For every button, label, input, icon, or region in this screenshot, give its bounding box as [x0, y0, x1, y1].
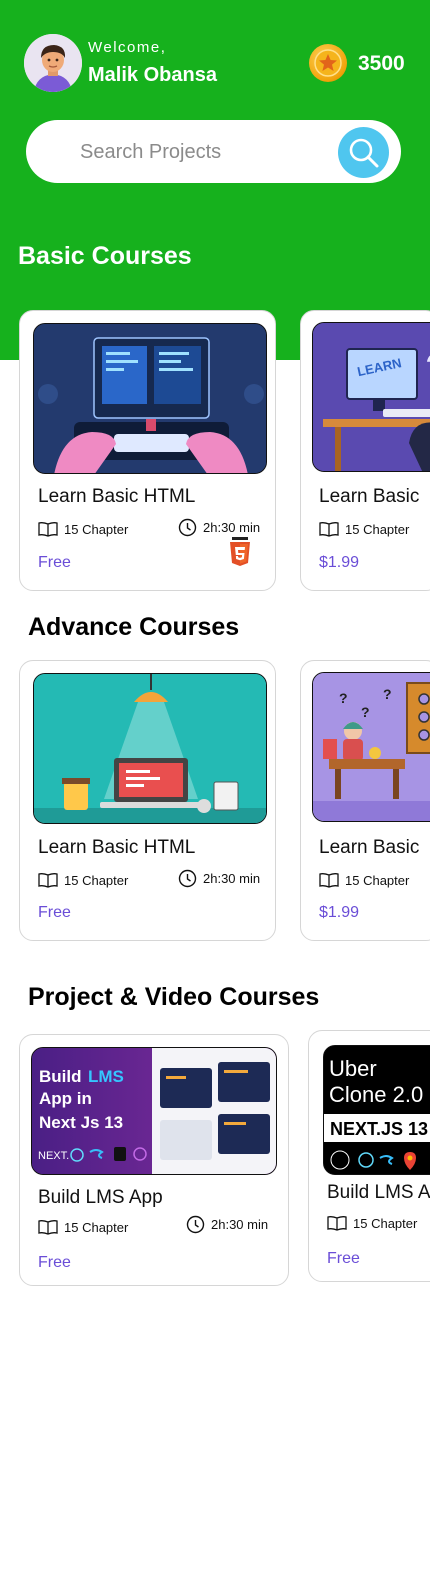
course-image: ? LEARN [312, 322, 430, 472]
banner-line2: App in [39, 1089, 92, 1108]
chapter-count: 15 Chapter [327, 1215, 417, 1231]
duration-label: 2h:30 min [203, 871, 261, 886]
book-icon [327, 1216, 347, 1231]
chapter-count: 15 Chapter [38, 1219, 128, 1235]
course-image [33, 673, 267, 824]
course-duration: 2h:30 min [178, 869, 260, 888]
svg-text:?: ? [361, 704, 370, 720]
course-card[interactable]: Learn Basic HTML 15 Chapter 2h:30 min Fr… [19, 310, 276, 591]
course-title: Build LMS A [327, 1182, 430, 1203]
chapter-count: 15 Chapter [38, 521, 128, 537]
html5-icon [229, 537, 251, 567]
duration-label: 2h:30 min [211, 1217, 269, 1232]
svg-text:?: ? [383, 686, 392, 702]
search-icon [349, 138, 379, 168]
chapter-label: 15 Chapter [64, 521, 129, 537]
course-price: Free [327, 1250, 360, 1267]
banner-line3: Next Js 13 [39, 1113, 123, 1132]
book-icon [38, 873, 58, 888]
clock-icon [178, 518, 197, 537]
coin-count: 3500 [358, 52, 405, 75]
course-image: ? ? ? [312, 672, 430, 822]
banner-line1: Uber [329, 1056, 377, 1081]
course-duration: 2h:30 min [186, 1215, 268, 1234]
clock-icon [178, 869, 197, 888]
section-title-project: Project & Video Courses [28, 983, 320, 1011]
course-card[interactable]: ? LEARN Learn Basic 15 Chapter $1.99 [300, 310, 430, 591]
course-title: Build LMS App [38, 1187, 163, 1208]
chapter-label: 15 Chapter [345, 521, 410, 537]
book-icon [38, 1220, 58, 1235]
banner-line2: Clone 2.0 [329, 1082, 423, 1107]
banner-line3: NEXT.JS 13 [330, 1119, 428, 1139]
chapter-count: 15 Chapter [319, 521, 409, 537]
course-price: Free [38, 1254, 71, 1271]
course-duration: 2h:30 min [178, 518, 260, 537]
banner-accent: LMS [88, 1067, 124, 1086]
course-price: Free [38, 904, 71, 921]
search-button[interactable] [338, 127, 389, 178]
chapter-count: 15 Chapter [319, 872, 409, 888]
chapter-label: 15 Chapter [353, 1215, 418, 1231]
course-title: Learn Basic HTML [38, 486, 196, 507]
course-price: $1.99 [319, 554, 360, 571]
course-title: Learn Basic [319, 486, 420, 507]
coin-icon [309, 44, 347, 82]
banner-line1: Build [39, 1067, 82, 1086]
svg-text:?: ? [339, 690, 348, 706]
avatar[interactable] [24, 34, 82, 92]
clock-icon [186, 1215, 205, 1234]
chapter-count: 15 Chapter [38, 872, 128, 888]
duration-label: 2h:30 min [203, 520, 261, 535]
course-title: Learn Basic HTML [38, 837, 196, 858]
svg-text:?: ? [425, 344, 430, 393]
book-icon [319, 522, 339, 537]
course-title: Learn Basic [319, 837, 420, 858]
search-bar [26, 120, 401, 183]
course-price: Free [38, 554, 71, 571]
chapter-label: 15 Chapter [64, 1219, 129, 1235]
chapter-label: 15 Chapter [64, 872, 129, 888]
course-image: Build LMS App in Next Js 13 NEXT. [31, 1047, 277, 1175]
course-image [33, 323, 267, 474]
book-icon [38, 522, 58, 537]
search-input[interactable] [80, 137, 330, 167]
course-card[interactable]: Learn Basic HTML 15 Chapter 2h:30 min Fr… [19, 660, 276, 941]
course-card[interactable]: Uber Clone 2.0 NEXT.JS 13 Build LMS A 15… [308, 1030, 430, 1282]
welcome-text: Welcome, [88, 39, 167, 56]
section-title-basic: Basic Courses [18, 242, 192, 270]
chapter-label: 15 Chapter [345, 872, 410, 888]
app-header: Welcome, Malik Obansa 3500 [24, 34, 412, 92]
section-title-advance: Advance Courses [28, 613, 240, 641]
course-price: $1.99 [319, 904, 360, 921]
book-icon [319, 873, 339, 888]
course-card[interactable]: ? ? ? Learn Basic 15 Chapter $1.99 [300, 660, 430, 941]
course-image: Uber Clone 2.0 NEXT.JS 13 [323, 1045, 430, 1175]
course-card[interactable]: Build LMS App in Next Js 13 NEXT. Build … [19, 1034, 289, 1286]
banner-brand: NEXT. [38, 1150, 69, 1162]
user-name: Malik Obansa [88, 64, 217, 86]
